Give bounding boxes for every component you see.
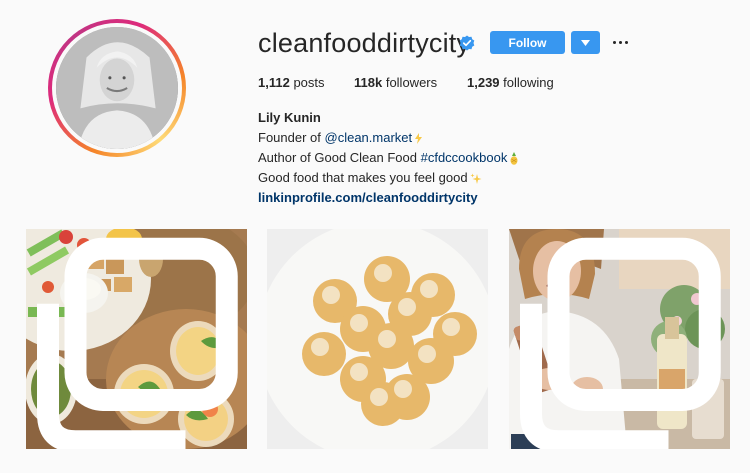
following-count: 1,239 (467, 75, 500, 90)
lightning-emoji-icon (415, 133, 423, 145)
more-options-button[interactable] (610, 33, 630, 51)
bio-full-name: Lily Kunin (258, 110, 321, 125)
energy-balls-photo (267, 229, 488, 449)
avatar-photo (56, 27, 178, 149)
posts-count: 1,112 (258, 75, 290, 90)
bio-line-tagline: Good food that makes you feel good (258, 168, 519, 188)
profile-bio: Lily Kunin Founder of @clean.market Auth… (258, 108, 519, 208)
profile-avatar[interactable] (48, 19, 186, 157)
followers-count: 118k (354, 75, 383, 90)
bio-line-author: Author of Good Clean Food #cfdccookbook (258, 148, 519, 168)
bio-author-text: Author of Good Clean Food (258, 150, 421, 165)
post-thumbnail[interactable] (267, 229, 488, 449)
follow-button[interactable]: Follow (490, 31, 565, 54)
caret-down-icon (581, 39, 590, 46)
dot-icon (612, 40, 616, 44)
posts-label: posts (293, 75, 325, 90)
avatar-ring-gap (52, 23, 182, 153)
dot-icon (624, 40, 628, 44)
following-stat[interactable]: 1,239 following (467, 75, 554, 90)
sparkles-emoji-icon (470, 173, 482, 184)
avatar-image (56, 27, 178, 149)
bio-website-link[interactable]: linkinprofile.com/cleanfooddirtycity (258, 188, 519, 208)
bio-founder-text: Founder of (258, 130, 325, 145)
multiple-photos-icon (520, 237, 721, 449)
bio-line-founder: Founder of @clean.market (258, 128, 519, 148)
suggested-accounts-dropdown-button[interactable] (571, 31, 600, 54)
post-thumbnail[interactable] (509, 229, 730, 449)
verified-badge-icon (459, 35, 475, 51)
clean-market-mention-link[interactable]: @clean.market (325, 130, 413, 145)
cookbook-hashtag-link[interactable]: #cfdccookbook (421, 150, 508, 165)
multiple-photos-icon (37, 237, 238, 449)
pineapple-emoji-icon (510, 152, 518, 165)
profile-username: cleanfooddirtycity (258, 28, 471, 58)
following-label: following (503, 75, 554, 90)
followers-stat[interactable]: 118k followers (354, 75, 437, 90)
bio-tagline-text: Good food that makes you feel good (258, 170, 468, 185)
dot-icon (618, 40, 622, 44)
post-thumbnail[interactable] (26, 229, 247, 449)
posts-stat: 1,112 posts (258, 75, 325, 90)
followers-label: followers (385, 75, 438, 90)
